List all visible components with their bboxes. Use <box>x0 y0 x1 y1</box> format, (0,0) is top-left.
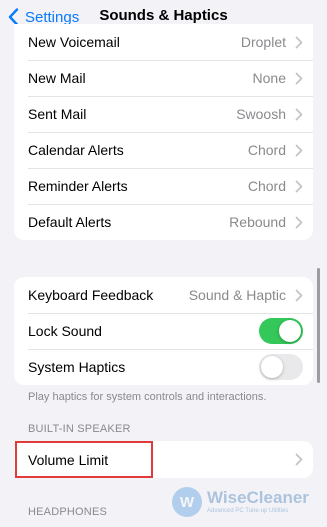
lock-sound-toggle[interactable] <box>259 318 303 344</box>
chevron-right-icon <box>295 289 303 301</box>
row-keyboard-feedback[interactable]: Keyboard Feedback Sound & Haptic <box>14 277 313 313</box>
row-new-voicemail[interactable]: New Voicemail Droplet <box>14 24 313 60</box>
row-label: System Haptics <box>28 359 126 375</box>
alert-sounds-group: New Voicemail Droplet New Mail None Sent… <box>14 24 313 240</box>
row-label: Keyboard Feedback <box>28 287 154 303</box>
chevron-right-icon <box>295 72 303 84</box>
watermark-text: WiseCleaner Advanced PC Tune-up Utilitie… <box>207 489 309 515</box>
chevron-right-icon <box>295 144 303 156</box>
row-reminder-alerts[interactable]: Reminder Alerts Chord <box>14 168 313 204</box>
watermark-tagline: Advanced PC Tune-up Utilities <box>207 508 289 514</box>
row-label: Sent Mail <box>28 106 87 122</box>
row-label: Default Alerts <box>28 214 112 230</box>
system-sounds-group: Keyboard Feedback Sound & Haptic Lock So… <box>14 277 313 385</box>
system-haptics-footnote: Play haptics for system controls and int… <box>28 391 267 403</box>
toggle-knob <box>279 320 301 342</box>
row-value: None <box>252 70 286 86</box>
chevron-right-icon <box>295 36 303 48</box>
row-value: Chord <box>247 178 286 194</box>
scroll-indicator[interactable] <box>317 268 320 383</box>
chevron-right-icon <box>295 453 303 466</box>
row-sent-mail[interactable]: Sent Mail Swoosh <box>14 96 313 132</box>
row-value: Swoosh <box>236 106 286 122</box>
chevron-right-icon <box>295 108 303 120</box>
row-label: Reminder Alerts <box>28 178 128 194</box>
row-label: Lock Sound <box>28 323 102 339</box>
section-header-built-in-speaker: BUILT-IN SPEAKER <box>28 423 131 435</box>
row-label: Volume Limit <box>28 451 109 468</box>
toggle-knob <box>261 356 283 378</box>
row-volume-limit[interactable]: Volume Limit <box>14 441 313 478</box>
row-value: Droplet <box>240 34 286 50</box>
wisecleaner-logo-icon: W <box>172 487 202 517</box>
row-label: New Voicemail <box>28 34 120 50</box>
row-new-mail[interactable]: New Mail None <box>14 60 313 96</box>
system-haptics-toggle[interactable] <box>259 354 303 380</box>
chevron-right-icon <box>295 180 303 192</box>
row-value: Sound & Haptic <box>188 287 286 303</box>
section-header-headphones: HEADPHONES <box>28 506 108 518</box>
row-lock-sound: Lock Sound <box>14 313 313 349</box>
chevron-right-icon <box>295 216 303 228</box>
row-calendar-alerts[interactable]: Calendar Alerts Chord <box>14 132 313 168</box>
row-value: Rebound <box>229 214 286 230</box>
row-value: Chord <box>247 142 286 158</box>
wisecleaner-watermark: W WiseCleaner Advanced PC Tune-up Utilit… <box>172 486 309 518</box>
row-system-haptics: System Haptics <box>14 349 313 385</box>
row-label: Calendar Alerts <box>28 142 124 158</box>
row-default-alerts[interactable]: Default Alerts Rebound <box>14 204 313 240</box>
row-label: New Mail <box>28 70 86 86</box>
back-button-label: Settings <box>25 8 80 26</box>
watermark-name: WiseCleaner <box>207 488 309 507</box>
built-in-speaker-group: Volume Limit <box>14 441 313 478</box>
